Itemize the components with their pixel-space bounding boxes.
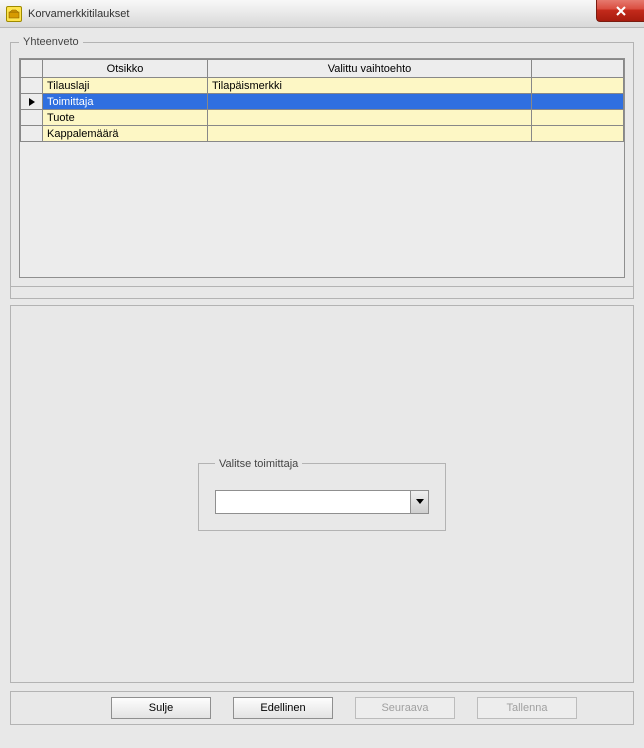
grid-header-otsikko[interactable]: Otsikko [43, 60, 208, 78]
previous-button[interactable]: Edellinen [233, 697, 333, 719]
row-label: Toimittaja [43, 94, 208, 110]
selector-legend: Valitse toimittaja [215, 458, 302, 470]
row-value [208, 126, 532, 142]
titlebar: Korvamerkkitilaukset [0, 0, 644, 28]
grid-header-valittu[interactable]: Valittu vaihtoehto [208, 60, 532, 78]
summary-legend: Yhteenveto [19, 36, 83, 48]
row-header [21, 126, 43, 142]
grid-header-extra[interactable] [532, 60, 624, 78]
row-selector-icon [27, 97, 37, 107]
window-title: Korvamerkkitilaukset [28, 8, 129, 20]
summary-fieldset: Yhteenveto Otsikko Valittu vaihtoehto Ti… [10, 36, 634, 287]
row-header [21, 110, 43, 126]
supplier-combo[interactable] [215, 490, 429, 514]
row-header [21, 78, 43, 94]
close-window-button[interactable] [596, 0, 644, 22]
row-extra [532, 94, 624, 110]
supplier-combo-value [216, 491, 410, 513]
row-value [208, 94, 532, 110]
row-value: Tilapäismerkki [208, 78, 532, 94]
grid-header-spacer [21, 60, 43, 78]
row-extra [532, 110, 624, 126]
save-button: Tallenna [477, 697, 577, 719]
row-extra [532, 78, 624, 94]
selector-fieldset: Valitse toimittaja [198, 458, 446, 531]
table-row[interactable]: Toimittaja [21, 94, 624, 110]
app-icon [6, 6, 22, 22]
row-value [208, 110, 532, 126]
splitter-bar[interactable] [10, 287, 634, 299]
supplier-combo-button[interactable] [410, 491, 428, 513]
table-row[interactable]: Tuote [21, 110, 624, 126]
row-header [21, 94, 43, 110]
row-label: Kappalemäärä [43, 126, 208, 142]
summary-grid: Otsikko Valittu vaihtoehto TilauslajiTil… [19, 58, 625, 278]
next-button: Seuraava [355, 697, 455, 719]
close-button[interactable]: Sulje [111, 697, 211, 719]
close-icon [614, 4, 628, 18]
table-row[interactable]: Kappalemäärä [21, 126, 624, 142]
step-panel: Valitse toimittaja [10, 305, 634, 683]
row-extra [532, 126, 624, 142]
row-label: Tilauslaji [43, 78, 208, 94]
row-label: Tuote [43, 110, 208, 126]
button-bar: Sulje Edellinen Seuraava Tallenna [10, 691, 634, 725]
chevron-down-icon [416, 498, 424, 506]
table-row[interactable]: TilauslajiTilapäismerkki [21, 78, 624, 94]
